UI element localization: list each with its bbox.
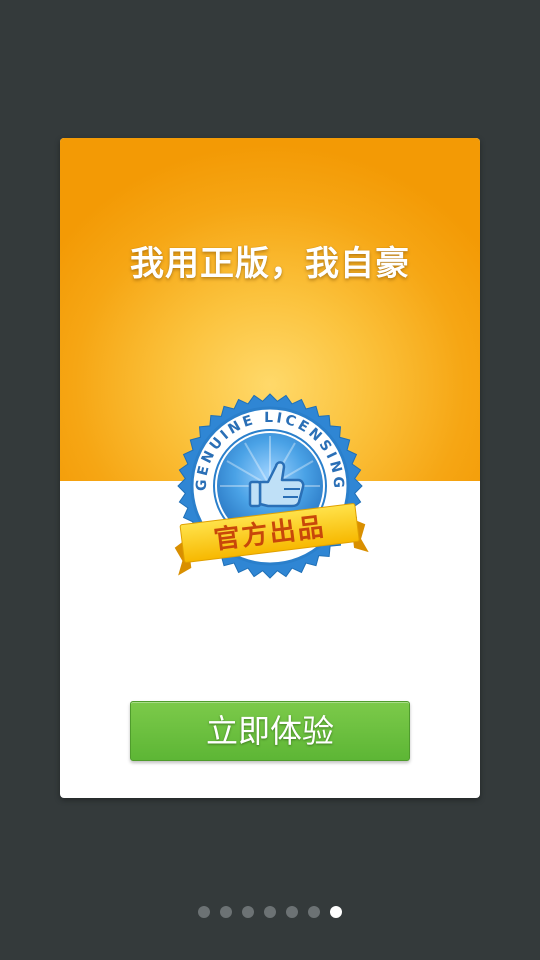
page-dot[interactable] [264,906,276,918]
genuine-licensing-badge: GENUINE LICENSING 官方出品 [170,386,370,586]
page-dot[interactable] [242,906,254,918]
page-dot-active[interactable] [330,906,342,918]
page-dot[interactable] [308,906,320,918]
page-indicator [0,906,540,920]
page-dot[interactable] [286,906,298,918]
page-dot[interactable] [198,906,210,918]
intro-card: 我用正版，我自豪 GENUINE LICENSING 官方出品 立即体验 [60,138,480,798]
page-dot[interactable] [220,906,232,918]
badge-graphic: GENUINE LICENSING 官方出品 [174,393,369,579]
try-now-button[interactable]: 立即体验 [130,701,410,761]
headline: 我用正版，我自豪 [130,244,410,284]
